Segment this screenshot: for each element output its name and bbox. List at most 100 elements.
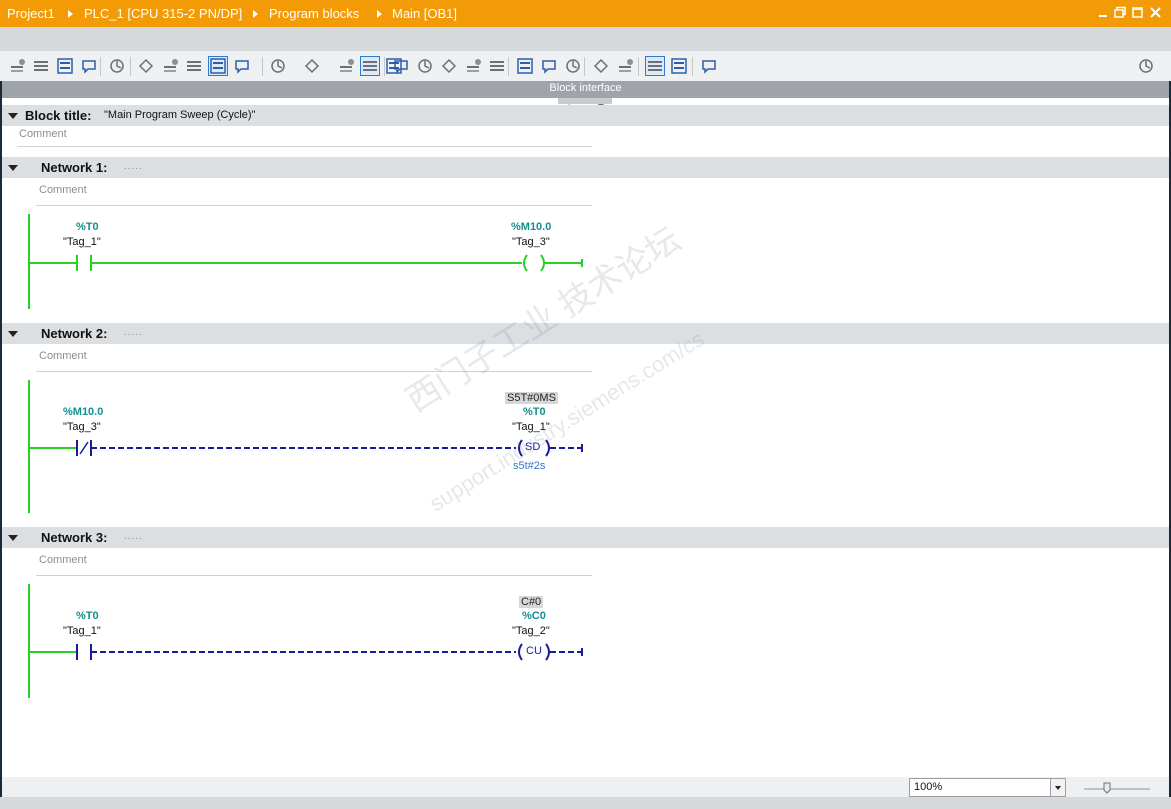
contact-tag[interactable]: "Tag_1"	[63, 625, 101, 637]
network-1-title: Network 1:	[41, 160, 108, 175]
bottom-bar	[0, 797, 1171, 809]
counter-coil-label[interactable]: CU	[526, 645, 542, 657]
add-row-icon[interactable]	[80, 57, 98, 75]
open-branch-icon[interactable]	[337, 57, 355, 75]
zoom-select[interactable]: 100%	[909, 778, 1066, 797]
restore-icon[interactable]	[1114, 6, 1127, 19]
toolbar-separator	[638, 57, 639, 76]
coil-address[interactable]: %M10.0	[511, 221, 551, 233]
network-3-title-placeholder[interactable]: .....	[124, 531, 143, 542]
toolbar-separator	[384, 57, 385, 76]
insert-row-icon[interactable]	[56, 57, 74, 75]
network-3-title: Network 3:	[41, 530, 108, 545]
zoom-dropdown-button[interactable]	[1050, 779, 1065, 796]
collapse-triangle-icon[interactable]	[8, 165, 18, 171]
timer-address[interactable]: %T0	[523, 406, 546, 418]
contact-address[interactable]: %T0	[76, 221, 99, 233]
toolbar-separator	[100, 57, 101, 76]
empty-box-icon[interactable]	[303, 57, 321, 75]
network-3-comment[interactable]: Comment	[39, 554, 87, 566]
download-icon[interactable]	[670, 57, 688, 75]
align-left-icon[interactable]	[137, 57, 155, 75]
previous-network-icon[interactable]	[516, 57, 534, 75]
block-title-value[interactable]: "Main Program Sweep (Cycle)"	[104, 109, 255, 121]
block-title-header[interactable]: Block title: "Main Program Sweep (Cycle)…	[2, 105, 1169, 126]
open-close-icon[interactable]	[616, 57, 634, 75]
comments-toggle-icon[interactable]	[208, 56, 228, 76]
breadcrumb-arrow-icon	[253, 10, 258, 18]
toolbar-separator	[262, 57, 263, 76]
counter-tag[interactable]: "Tag_2"	[512, 625, 550, 637]
editor-header-strip	[0, 27, 1171, 51]
next-network-icon[interactable]	[540, 57, 558, 75]
monitoring-icon[interactable]	[440, 57, 458, 75]
breadcrumb-block: Main [OB1]	[392, 6, 458, 21]
title-bar: Project1 PLC_1 [CPU 315-2 PN/DP] Program…	[0, 0, 1171, 27]
force-icon[interactable]	[488, 57, 506, 75]
modify-icon[interactable]	[464, 57, 482, 75]
comment-divider	[36, 205, 592, 206]
compare-icon[interactable]	[645, 56, 665, 76]
splitter-handle[interactable]	[558, 98, 612, 108]
maximize-icon[interactable]	[1131, 6, 1144, 19]
breadcrumb-project[interactable]: Project1	[7, 6, 55, 21]
contact-address[interactable]: %T0	[76, 610, 99, 622]
timer-preset: S5T#0MS	[505, 392, 558, 404]
breadcrumb-program-blocks[interactable]: Program blocks	[269, 6, 359, 21]
breadcrumb-arrow-icon	[68, 10, 73, 18]
frame-left-border	[0, 81, 2, 797]
collapse-triangle-icon[interactable]	[8, 535, 18, 541]
network-3-rung	[30, 643, 583, 661]
coil-tag[interactable]: "Tag_3"	[512, 236, 550, 248]
block-interface-label: Block interface	[549, 82, 622, 94]
check-icon[interactable]	[700, 57, 718, 75]
collapse-triangle-icon[interactable]	[8, 113, 18, 119]
toolbar-separator	[130, 57, 131, 76]
block-interface-bar[interactable]: Block interface	[0, 81, 1171, 98]
counter-preset: C#0	[519, 596, 544, 608]
comment-divider	[17, 146, 592, 147]
block-title-label: Block title:	[25, 108, 92, 123]
network-3-header[interactable]: Network 3: .....	[2, 527, 1169, 548]
block-comment[interactable]: Comment	[19, 128, 67, 140]
breadcrumb-plc[interactable]: PLC_1 [CPU 315-2 PN/DP]	[84, 6, 242, 21]
network-1-rung	[30, 254, 583, 272]
network-2-header[interactable]: Network 2: .....	[2, 323, 1169, 344]
close-icon[interactable]	[1149, 6, 1162, 19]
split-view-icon[interactable]	[1137, 57, 1155, 75]
contact-address[interactable]: %M10.0	[63, 406, 103, 418]
toolbar-separator	[584, 57, 585, 76]
comment-divider	[36, 371, 592, 372]
network-1-comment[interactable]: Comment	[39, 184, 87, 196]
contact-tag[interactable]: "Tag_3"	[63, 421, 101, 433]
contact-tag[interactable]: "Tag_1"	[63, 236, 101, 248]
toolbar-separator	[508, 57, 509, 76]
go-to-next-error-icon[interactable]	[416, 57, 434, 75]
network-1-title-placeholder[interactable]: .....	[124, 161, 143, 172]
favorites-icon[interactable]	[269, 57, 287, 75]
zoom-value: 100%	[914, 781, 943, 793]
counter-address[interactable]: %C0	[522, 610, 546, 622]
network-comments-icon[interactable]	[233, 57, 251, 75]
zoom-slider[interactable]	[1082, 781, 1152, 795]
insert-network-icon[interactable]	[8, 57, 26, 75]
network-2-title: Network 2:	[41, 326, 108, 341]
network-2-comment[interactable]: Comment	[39, 350, 87, 362]
breadcrumb-arrow-icon	[377, 10, 382, 18]
delete-network-icon[interactable]	[32, 57, 50, 75]
toolbar-separator	[692, 57, 693, 76]
network-1-header[interactable]: Network 1: .....	[2, 157, 1169, 178]
list-view-icon[interactable]	[360, 56, 380, 76]
go-online-icon[interactable]	[108, 57, 126, 75]
collapse-icon[interactable]	[564, 57, 582, 75]
reset-start-icon[interactable]	[592, 57, 610, 75]
chevron-down-icon	[1055, 786, 1061, 790]
symbolic-operands-icon[interactable]	[185, 57, 203, 75]
minimize-icon[interactable]	[1097, 6, 1110, 19]
network-2-title-placeholder[interactable]: .....	[124, 327, 143, 338]
editor-toolbar	[0, 51, 1171, 82]
go-to-previous-error-icon[interactable]	[392, 57, 410, 75]
comment-divider	[36, 575, 592, 576]
collapse-triangle-icon[interactable]	[8, 331, 18, 337]
absolute-operands-icon[interactable]	[161, 57, 179, 75]
